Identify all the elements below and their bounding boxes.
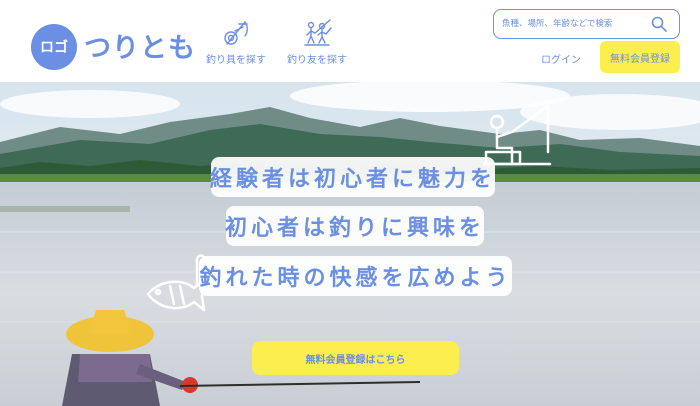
logo-mark[interactable]: ロゴ <box>31 24 77 70</box>
signup-button[interactable]: 無料会員登録 <box>600 41 680 73</box>
hero-tagline-3: 釣れた時の快感を広めよう <box>199 256 512 296</box>
nav-find-friends[interactable]: 釣り友を探す <box>282 14 352 72</box>
fishing-rod-icon <box>224 21 248 45</box>
nav-find-gear-label: 釣り具を探す <box>206 55 266 66</box>
hero-section: 経験者は初心者に魅力を 初心者は釣りに興味を 釣れた時の快感を広めよう 無料会員… <box>0 82 700 406</box>
site-header: ロゴ つりとも 釣り具を探す 釣り友を探す ログイン <box>0 0 700 82</box>
search-box <box>493 9 680 39</box>
fishing-friends-icon <box>304 19 332 46</box>
nav-find-gear[interactable]: 釣り具を探す <box>201 14 271 72</box>
logo-text[interactable]: つりとも <box>84 26 196 65</box>
login-link[interactable]: ログイン <box>541 51 581 66</box>
hero-signup-cta[interactable]: 無料会員登録はこちら <box>252 341 459 375</box>
search-input[interactable] <box>502 15 650 33</box>
hero-tagline-2: 初心者は釣りに興味を <box>225 206 484 246</box>
hero-tagline-1: 経験者は初心者に魅力を <box>210 157 495 197</box>
nav-find-friends-label: 釣り友を探す <box>287 55 347 66</box>
search-icon[interactable] <box>651 16 667 32</box>
